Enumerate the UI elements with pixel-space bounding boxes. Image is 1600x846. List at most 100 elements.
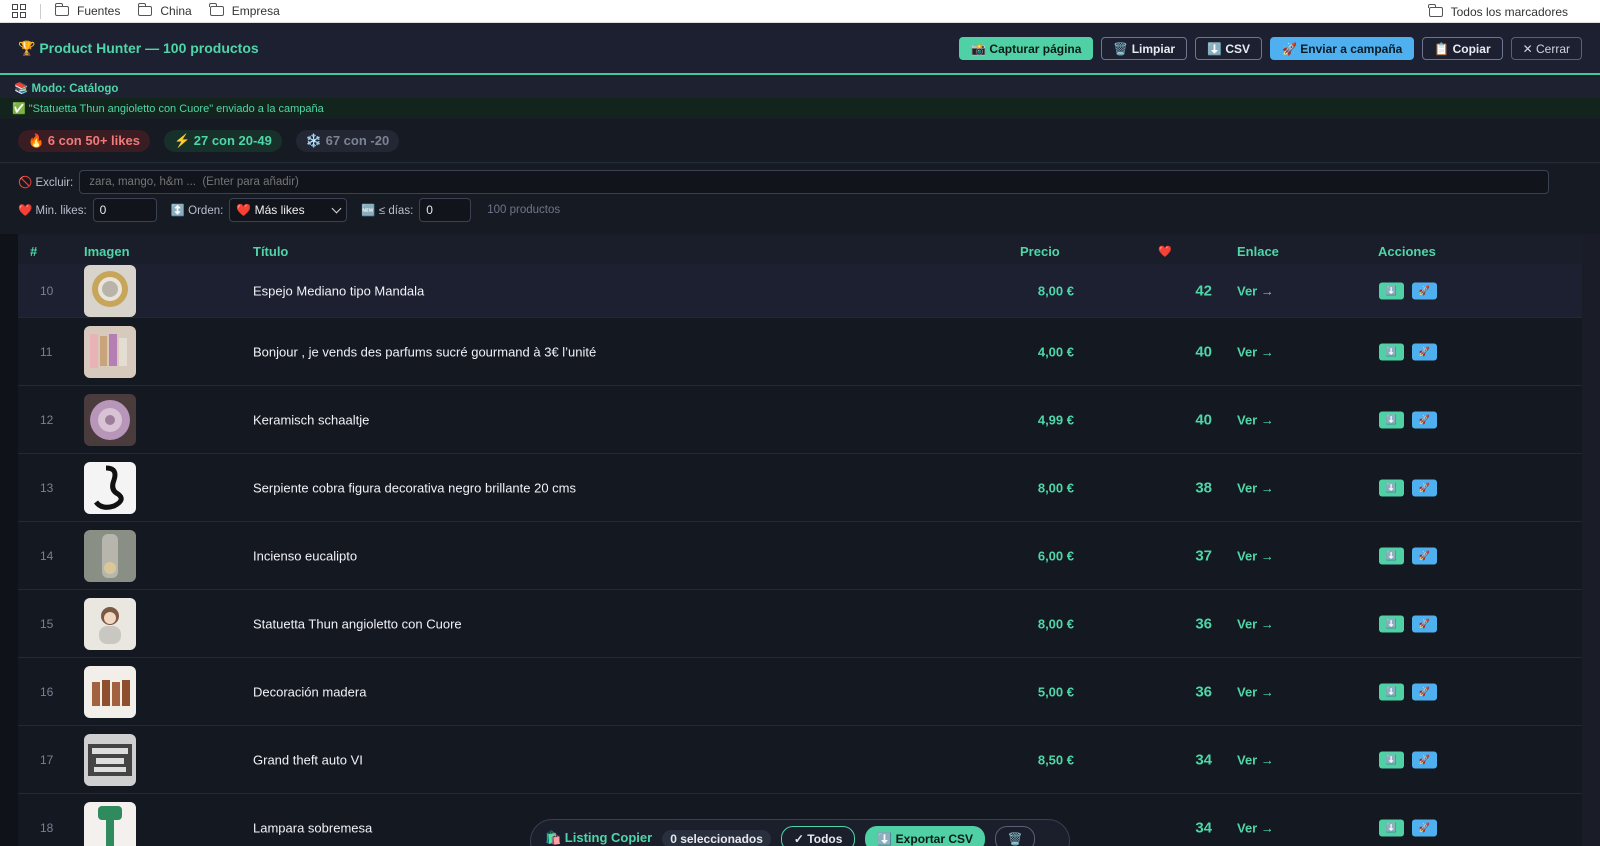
row-actions: ⬇️ 🚀 bbox=[1379, 411, 1437, 428]
exclude-input[interactable] bbox=[79, 170, 1550, 194]
bookmark-fuentes[interactable]: Fuentes bbox=[54, 3, 120, 18]
table-row: 14 Incienso eucalipto 6,00 € 37 Ver → ⬇️ 🚀 bbox=[18, 522, 1582, 590]
product-likes: 38 bbox=[1195, 479, 1212, 496]
export-csv-button[interactable]: ⬇️ Exportar CSV bbox=[865, 826, 986, 846]
trash-button[interactable]: 🗑️ bbox=[995, 826, 1036, 846]
download-icon[interactable]: ⬇️ bbox=[1379, 819, 1404, 836]
likes-summary: 🔥 6 con 50+ likes ⚡ 27 con 20-49 ❄️ 67 c… bbox=[0, 119, 1600, 163]
col-title[interactable]: Título bbox=[253, 244, 288, 259]
filter-row: ❤️ Min. likes: ↕️ Orden: ❤️ Más likes 🆕 … bbox=[18, 198, 560, 222]
view-link[interactable]: Ver → bbox=[1237, 616, 1274, 631]
download-icon[interactable]: ⬇️ bbox=[1379, 547, 1404, 564]
capture-page-button[interactable]: 📸 Capturar página bbox=[959, 37, 1094, 60]
close-button[interactable]: ✕ Cerrar bbox=[1510, 37, 1582, 60]
download-icon[interactable]: ⬇️ bbox=[1379, 683, 1404, 700]
product-image[interactable] bbox=[84, 801, 136, 846]
min-likes-label: ❤️ Min. likes: bbox=[18, 205, 87, 217]
product-image[interactable] bbox=[84, 665, 136, 718]
badge-low[interactable]: ❄️ 67 con -20 bbox=[295, 129, 400, 152]
badge-hot[interactable]: 🔥 6 con 50+ likes bbox=[18, 129, 150, 152]
row-number: 14 bbox=[40, 548, 54, 563]
product-likes: 36 bbox=[1195, 615, 1212, 632]
csv-button[interactable]: ⬇️ CSV bbox=[1195, 37, 1262, 60]
copy-button[interactable]: 📋 Copiar bbox=[1422, 37, 1503, 60]
bookmark-china[interactable]: China bbox=[138, 3, 192, 18]
download-icon[interactable]: ⬇️ bbox=[1379, 282, 1404, 299]
row-actions: ⬇️ 🚀 bbox=[1379, 683, 1437, 700]
days-label: 🆕 ≤ días: bbox=[361, 205, 414, 217]
download-icon[interactable]: ⬇️ bbox=[1379, 751, 1404, 768]
product-image[interactable] bbox=[84, 325, 136, 378]
success-notice: ✅ "Statuetta Thun angioletto con Cuore" … bbox=[0, 98, 1600, 118]
product-image[interactable] bbox=[84, 529, 136, 582]
product-title: Bonjour , je vends des parfums sucré gou… bbox=[253, 344, 597, 359]
bookmark-empresa[interactable]: Empresa bbox=[209, 3, 280, 18]
min-likes-input[interactable] bbox=[92, 198, 157, 222]
col-image[interactable]: Imagen bbox=[84, 244, 130, 259]
row-number: 11 bbox=[40, 344, 53, 359]
row-actions: ⬇️ 🚀 bbox=[1379, 479, 1437, 496]
app-header: 🏆 Product Hunter — 100 productos 📸 Captu… bbox=[0, 23, 1600, 75]
send-icon[interactable]: 🚀 bbox=[1412, 411, 1437, 428]
days-input[interactable] bbox=[419, 198, 472, 222]
header-actions: 📸 Capturar página 🗑️ Limpiar ⬇️ CSV 🚀 En… bbox=[959, 37, 1582, 60]
view-link[interactable]: Ver → bbox=[1237, 344, 1274, 359]
product-image[interactable] bbox=[84, 461, 136, 514]
table-row: 16 Decoración madera 5,00 € 36 Ver → ⬇️ 🚀 bbox=[18, 658, 1582, 726]
col-link[interactable]: Enlace bbox=[1237, 244, 1279, 259]
download-icon[interactable]: ⬇️ bbox=[1379, 343, 1404, 360]
product-likes: 40 bbox=[1195, 343, 1212, 360]
download-icon[interactable]: ⬇️ bbox=[1379, 411, 1404, 428]
right-gutter bbox=[1582, 234, 1600, 846]
folder-icon bbox=[209, 3, 224, 16]
product-image[interactable] bbox=[84, 393, 136, 446]
product-price: 5,00 € bbox=[1037, 684, 1074, 699]
bookmark-label: Empresa bbox=[231, 4, 280, 18]
send-icon[interactable]: 🚀 bbox=[1412, 479, 1437, 496]
col-num[interactable]: # bbox=[30, 244, 37, 259]
product-title: Incienso eucalipto bbox=[253, 548, 358, 563]
view-link[interactable]: Ver → bbox=[1237, 752, 1274, 767]
row-actions: ⬇️ 🚀 bbox=[1379, 282, 1437, 299]
product-image[interactable] bbox=[84, 733, 136, 786]
bookmarks-bar: Fuentes China Empresa Todos los marcador… bbox=[0, 0, 1600, 23]
clear-button[interactable]: 🗑️ Limpiar bbox=[1101, 37, 1188, 60]
send-icon[interactable]: 🚀 bbox=[1412, 547, 1437, 564]
view-link[interactable]: Ver → bbox=[1237, 548, 1274, 563]
send-icon[interactable]: 🚀 bbox=[1412, 282, 1437, 299]
product-likes: 36 bbox=[1195, 683, 1212, 700]
send-icon[interactable]: 🚀 bbox=[1412, 751, 1437, 768]
order-label: ↕️ Orden: bbox=[170, 205, 224, 217]
order-select[interactable]: ❤️ Más likes bbox=[229, 198, 348, 222]
send-icon[interactable]: 🚀 bbox=[1412, 683, 1437, 700]
view-link[interactable]: Ver → bbox=[1237, 480, 1274, 495]
product-title: Statuetta Thun angioletto con Cuore bbox=[253, 616, 462, 631]
row-number: 13 bbox=[40, 480, 54, 495]
product-image[interactable] bbox=[84, 597, 136, 650]
product-likes: 37 bbox=[1195, 547, 1212, 564]
bookmark-all[interactable]: Todos los marcadores bbox=[1428, 0, 1568, 23]
chevron-down-icon bbox=[331, 203, 342, 213]
download-icon[interactable]: ⬇️ bbox=[1379, 615, 1404, 632]
bookmark-label: Todos los marcadores bbox=[1450, 4, 1568, 19]
row-actions: ⬇️ 🚀 bbox=[1379, 751, 1437, 768]
download-icon[interactable]: ⬇️ bbox=[1379, 479, 1404, 496]
badge-mid[interactable]: ⚡ 27 con 20-49 bbox=[163, 129, 282, 152]
select-all-button[interactable]: ✓ Todos bbox=[780, 826, 856, 846]
col-likes[interactable]: ❤️ bbox=[1158, 245, 1172, 258]
apps-grid-icon[interactable] bbox=[12, 4, 26, 18]
send-icon[interactable]: 🚀 bbox=[1412, 615, 1437, 632]
send-icon[interactable]: 🚀 bbox=[1412, 819, 1437, 836]
send-campaign-button[interactable]: 🚀 Enviar a campaña bbox=[1270, 37, 1415, 60]
folder-icon bbox=[138, 3, 153, 16]
folder-icon bbox=[54, 3, 69, 16]
col-price[interactable]: Precio bbox=[1020, 244, 1060, 259]
bookmark-label: China bbox=[160, 4, 192, 18]
view-link[interactable]: Ver → bbox=[1237, 684, 1274, 699]
send-icon[interactable]: 🚀 bbox=[1412, 343, 1437, 360]
col-actions[interactable]: Acciones bbox=[1378, 244, 1436, 259]
view-link[interactable]: Ver → bbox=[1237, 820, 1274, 835]
product-image[interactable] bbox=[84, 264, 136, 317]
view-link[interactable]: Ver → bbox=[1237, 412, 1274, 427]
view-link[interactable]: Ver → bbox=[1237, 283, 1274, 298]
